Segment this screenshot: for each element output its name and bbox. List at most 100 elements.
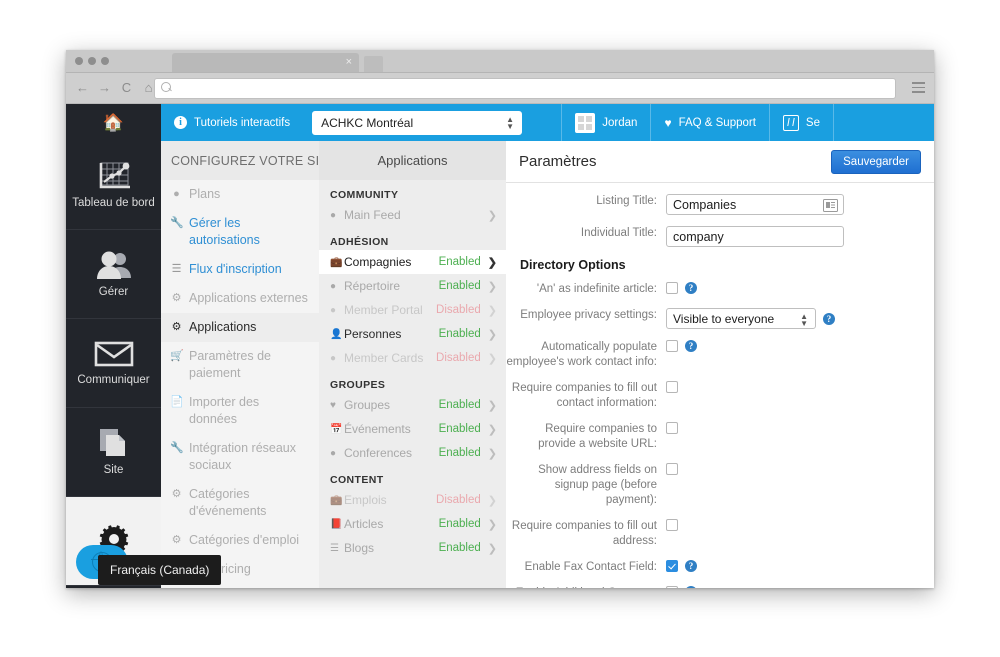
page-title: Paramètres bbox=[519, 153, 597, 170]
faq-support-link[interactable]: ♥ FAQ & Support bbox=[651, 104, 768, 141]
checkbox[interactable] bbox=[666, 422, 678, 434]
app-row-compagnies[interactable]: 💼 Compagnies Enabled ❯ bbox=[319, 250, 506, 274]
chevron-right-icon: ❯ bbox=[487, 399, 497, 412]
sidebar-item-dashboard[interactable]: Tableau de bord bbox=[66, 141, 161, 230]
field-label: Individual Title: bbox=[580, 227, 657, 239]
save-button[interactable]: Sauvegarder bbox=[831, 149, 921, 174]
checkbox[interactable] bbox=[666, 463, 678, 475]
gear-icon: ⚙ bbox=[171, 534, 182, 546]
help-icon[interactable]: ? bbox=[685, 282, 697, 294]
briefcase-icon: 💼 bbox=[330, 494, 343, 506]
select-arrows-icon: ▲ ▼ bbox=[800, 312, 808, 328]
reload-icon[interactable]: C bbox=[120, 80, 133, 95]
config-item-plans[interactable]: ● Plans bbox=[161, 180, 319, 209]
option-label: Show address fields on signup page (befo… bbox=[538, 464, 657, 506]
tutorials-link[interactable]: i Tutoriels interactifs bbox=[161, 104, 303, 141]
chart-icon bbox=[96, 161, 132, 191]
config-item-label: Flux d'inscription bbox=[189, 262, 282, 276]
app-row-personnes[interactable]: 👤 Personnes Enabled ❯ bbox=[319, 322, 506, 346]
sidebar-item-manage[interactable]: Gérer bbox=[66, 230, 161, 319]
app-row-groupes[interactable]: ♥ Groupes Enabled ❯ bbox=[319, 393, 506, 417]
divider bbox=[833, 104, 834, 141]
individual-title-input[interactable]: company bbox=[666, 226, 844, 247]
config-item-label: Importer des données bbox=[189, 395, 260, 426]
info-icon: i bbox=[174, 116, 187, 129]
app-row-repertoire[interactable]: ● Répertoire Enabled ❯ bbox=[319, 274, 506, 298]
user-menu[interactable]: Jordan bbox=[562, 104, 650, 141]
config-item-social-integration[interactable]: 🔧 Intégration réseaux sociaux bbox=[161, 434, 319, 480]
config-item-event-categories[interactable]: ⚙ Catégories d'événements bbox=[161, 480, 319, 526]
option-label: Automatically populate employee's work c… bbox=[506, 341, 658, 368]
chevron-right-icon: ❯ bbox=[487, 209, 497, 222]
tab-close-icon[interactable]: × bbox=[346, 55, 352, 69]
config-item-permissions[interactable]: 🔧 Gérer les autorisations bbox=[161, 209, 319, 255]
app-state: Enabled bbox=[438, 518, 481, 530]
browser-menu-icon[interactable] bbox=[912, 82, 925, 96]
maximize-window-button[interactable] bbox=[101, 57, 109, 65]
config-item-label: Applications bbox=[189, 320, 257, 334]
browser-tab[interactable]: × bbox=[172, 53, 359, 72]
app-label: Personnes bbox=[344, 327, 402, 341]
app-row-member-portal[interactable]: ● Member Portal Disabled ❯ bbox=[319, 298, 506, 322]
checkbox[interactable] bbox=[666, 340, 678, 352]
circle-icon: ● bbox=[330, 447, 337, 459]
help-icon[interactable]: ? bbox=[823, 312, 835, 325]
app-row[interactable]: ● Main Feed ❯ bbox=[319, 203, 506, 227]
signin-link[interactable]: Se bbox=[770, 104, 833, 141]
app-label: Compagnies bbox=[344, 255, 412, 269]
app-state: Disabled bbox=[436, 494, 481, 506]
app-row-blogs[interactable]: ☰ Blogs Enabled ❯ bbox=[319, 536, 506, 560]
app-row-conferences[interactable]: ● Conferences Enabled ❯ bbox=[319, 441, 506, 465]
checkbox[interactable] bbox=[666, 586, 678, 588]
config-item-signup-flow[interactable]: ☰ Flux d'inscription bbox=[161, 255, 319, 284]
config-item-applications[interactable]: ⚙ Applications bbox=[161, 313, 319, 342]
help-icon[interactable]: ? bbox=[685, 560, 697, 572]
url-input[interactable] bbox=[154, 78, 896, 99]
card-list-icon[interactable] bbox=[823, 199, 838, 212]
app-row-member-cards[interactable]: ● Member Cards Disabled ❯ bbox=[319, 346, 506, 370]
browser-nav-buttons: ← → C ⌂ bbox=[76, 80, 155, 95]
checkbox[interactable] bbox=[666, 560, 678, 572]
app-row-emplois[interactable]: 💼 Emplois Disabled ❯ bbox=[319, 488, 506, 512]
help-icon[interactable]: ? bbox=[685, 586, 697, 588]
forward-icon[interactable]: → bbox=[98, 80, 111, 95]
app-state: Enabled bbox=[438, 399, 481, 411]
checkbox[interactable] bbox=[666, 282, 678, 294]
app-label: Blogs bbox=[344, 541, 375, 555]
option-employee-privacy: Employee privacy settings: Visible to ev… bbox=[506, 308, 934, 329]
option-label: Enable Additional Company bbox=[506, 586, 666, 588]
close-window-button[interactable] bbox=[75, 57, 83, 65]
config-item-job-categories[interactable]: ⚙ Catégories d'emploi bbox=[161, 526, 319, 555]
book-icon: 📕 bbox=[330, 518, 343, 530]
back-icon[interactable]: ← bbox=[76, 80, 89, 95]
checkbox[interactable] bbox=[666, 519, 678, 531]
employee-privacy-select[interactable]: Visible to everyone ▲ ▼ bbox=[666, 308, 816, 329]
pages-icon bbox=[97, 428, 131, 458]
home-button[interactable]: 🏠 bbox=[66, 104, 161, 141]
new-tab-button[interactable] bbox=[364, 56, 383, 72]
checkbox[interactable] bbox=[666, 381, 678, 393]
listing-title-input[interactable]: Companies bbox=[666, 194, 844, 215]
app-label: Member Cards bbox=[344, 351, 424, 365]
stack-icon: ☰ bbox=[330, 542, 339, 554]
option-indefinite-article: 'An' as indefinite article: ? bbox=[506, 282, 934, 297]
sidebar-item-site[interactable]: Site bbox=[66, 408, 161, 497]
app-row-articles[interactable]: 📕 Articles Enabled ❯ bbox=[319, 512, 506, 536]
app-label: Emplois bbox=[344, 493, 387, 507]
tutorials-label: Tutoriels interactifs bbox=[194, 116, 291, 129]
sidebar-item-communicate[interactable]: Communiquer bbox=[66, 319, 161, 408]
wrench-icon: 🔧 bbox=[170, 217, 184, 229]
applications-header: Applications bbox=[319, 141, 506, 180]
browser-toolbar: ← → C ⌂ bbox=[66, 73, 934, 104]
minimize-window-button[interactable] bbox=[88, 57, 96, 65]
help-icon[interactable]: ? bbox=[685, 340, 697, 352]
app-row-evenements[interactable]: 📅 Événements Enabled ❯ bbox=[319, 417, 506, 441]
window-controls[interactable] bbox=[75, 57, 109, 65]
config-item-external-apps[interactable]: ⚙ Applications externes bbox=[161, 284, 319, 313]
config-item-payment-settings[interactable]: 🛒 Paramètres de paiement bbox=[161, 342, 319, 388]
site-select[interactable]: ACHKC Montréal ▲ ▼ bbox=[312, 110, 523, 135]
applications-column: Applications COMMUNITY ● Main Feed ❯ ADH… bbox=[319, 141, 507, 588]
config-item-import-data[interactable]: 📄 Importer des données bbox=[161, 388, 319, 434]
app-viewport: 🏠 i Tutoriels interactifs ACHKC Montréal… bbox=[66, 104, 934, 588]
chevron-right-icon: ❯ bbox=[487, 352, 497, 365]
